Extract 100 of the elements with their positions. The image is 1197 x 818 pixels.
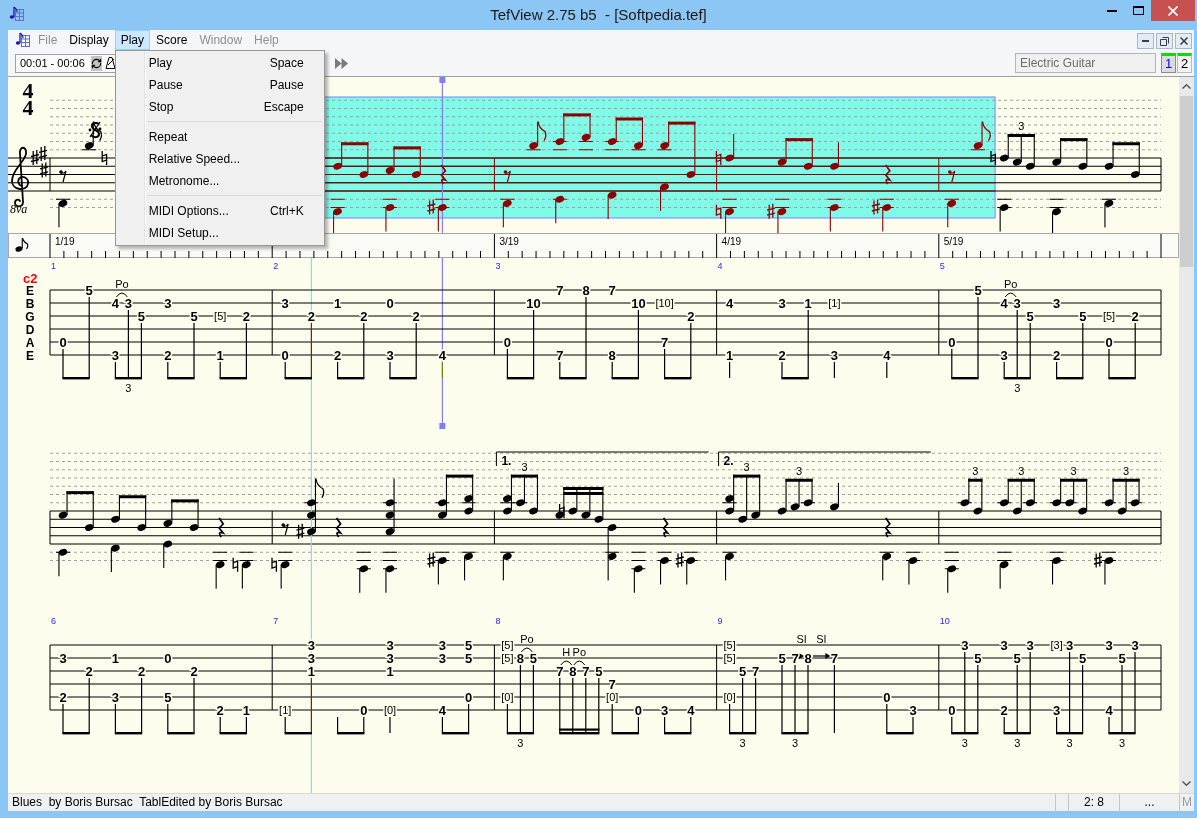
technique-label: Po [115,278,129,290]
technique-label: Sl [796,633,807,645]
fret-number: 5 [465,650,473,666]
fret-number: 1 [242,702,250,718]
fret-number: 5 [1079,650,1087,666]
fret-number: 4 [438,347,446,363]
fret-number: [0] [723,691,736,703]
fret-number: 5 [1013,650,1021,666]
fret-number: 3 [661,702,669,718]
restore-icon [1160,36,1169,46]
menu-option[interactable]: Relative Speed... [148,152,241,166]
rhythm-beam [389,323,417,380]
menu-item[interactable]: Play [114,30,151,50]
rhythm-beam [114,678,143,735]
ruler-label: 3/19 [499,236,519,247]
fret-number: 0 [59,334,67,350]
fret-number: 3 [438,650,446,666]
fast-forward-button[interactable] [333,55,349,71]
menu-option[interactable]: Repeat [148,130,188,144]
fret-number: 2 [1131,308,1139,324]
note-beam [1007,134,1035,137]
close-button[interactable] [1175,33,1192,49]
tuplet-number: 3 [517,737,524,749]
minimize-icon [1107,9,1117,12]
fret-number: 0 [164,650,172,666]
close-icon [1168,5,1178,16]
metronome-button[interactable] [104,55,116,71]
fret-number: 10 [631,295,646,311]
loop-button[interactable] [90,55,102,71]
fret-number: 0 [634,702,642,718]
menu-option[interactable]: Metronome... [148,174,220,188]
fret-number: 3 [909,702,917,718]
instrument-field[interactable]: Electric Guitar [1015,53,1156,73]
fret-number: 2 [1053,347,1061,363]
fret-number: 2 [164,347,172,363]
menu-option[interactable]: MIDI Options... [148,204,229,218]
note-beam [1060,478,1088,482]
fret-number: 2 [334,347,342,363]
fret-number: 2 [190,663,198,679]
fret-number: 3 [386,637,394,653]
fret-number: 1 [216,347,224,363]
fret-number: 7 [582,663,590,679]
fret-number: 3 [961,637,969,653]
fret-number: 3 [1000,637,1008,653]
menu-option[interactable]: Pause [148,78,183,92]
menu-item[interactable]: Score [150,30,194,50]
fret-number: 4 [1000,295,1008,311]
keyboard-shortcut: Pause [269,78,304,92]
tuplet-number: 3 [1118,737,1126,749]
fret-number: 2 [360,308,368,324]
measure-number: 2 [273,261,279,271]
fret-number: 3 [1053,295,1061,311]
status-panel: ... [1119,794,1179,811]
fret-number: [10] [655,297,674,309]
string-label: B [25,296,35,311]
volta-label: 1. [501,454,512,468]
ruler-label: 4/19 [721,236,742,247]
sharp-icon [39,161,49,179]
restore-button[interactable] [1156,33,1173,49]
fret-number: 5 [739,663,747,679]
vertical-scrollbar[interactable] [1179,77,1194,793]
fret-number: 7 [661,334,669,350]
note-beam [341,142,369,146]
fret-number: 8 [582,282,590,298]
fret-number: 5 [1079,308,1087,324]
note-beam [668,121,696,125]
fast-forward-icon [334,57,348,69]
fret-number: 7 [608,676,616,692]
menu-option[interactable]: Play [148,56,173,70]
track-button[interactable]: 1 [1161,53,1176,73]
rhythm-stem [441,362,443,378]
fret-number: 2 [216,702,224,718]
minimize-button[interactable] [1137,33,1154,49]
note-beam [1112,142,1140,146]
fret-number: 1 [386,663,394,679]
fret-number: 3 [386,347,394,363]
fret-number: 5 [974,282,982,298]
rhythm-beam [506,310,535,380]
fret-number: 7 [752,663,760,679]
tuplet-number: 3 [1014,382,1021,394]
scrollbar-thumb[interactable] [1180,96,1193,267]
volta-label: 2. [723,454,734,468]
fret-number: 1 [111,650,119,666]
note-beam [1112,478,1140,482]
tuplet-number: 3 [972,464,979,477]
note-beam [393,146,421,150]
fret-number: 0 [883,689,891,705]
fret-number: 5 [595,663,603,679]
menu-option[interactable]: Stop [148,100,174,114]
rhythm-beam [1108,323,1136,380]
fret-number: 4 [111,295,119,311]
fret-number: 4 [438,702,446,718]
fret-number: 7 [791,650,799,666]
fret-number: 0 [465,689,473,705]
fret-number: 3 [438,637,446,653]
fret-number: 4 [687,702,695,718]
technique-label: Sl [816,633,827,645]
track-button[interactable]: 2 [1177,53,1192,73]
fret-number: 3 [164,295,172,311]
menu-item[interactable]: Display [63,30,115,50]
